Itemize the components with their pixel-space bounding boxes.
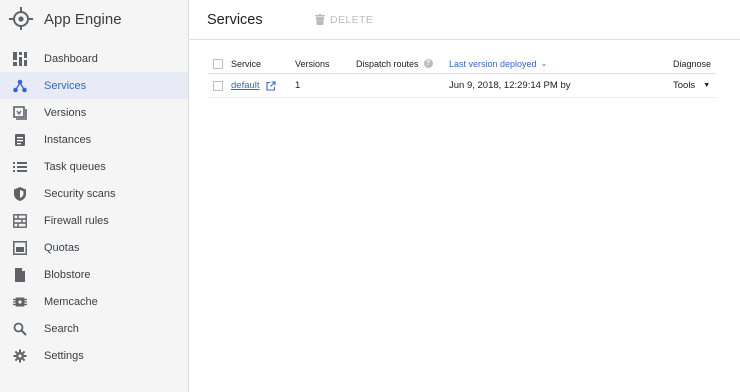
delete-button-label: DELETE — [330, 13, 374, 26]
sidebar-item-blobstore[interactable]: Blobstore — [0, 261, 188, 288]
sidebar-item-label: Instances — [44, 133, 92, 146]
dashboard-icon — [12, 51, 28, 67]
sidebar-item-label: Task queues — [44, 160, 106, 173]
sidebar-item-label: Quotas — [44, 241, 80, 254]
sidebar-item-label: Security scans — [44, 187, 116, 200]
column-versions[interactable]: Versions — [295, 54, 330, 73]
versions-icon — [12, 105, 28, 121]
app-header: App Engine — [0, 0, 188, 38]
sidebar-item-label: Firewall rules — [44, 214, 109, 227]
table-row: default 1 Jun 9, 2018, 12:29:14 PM by To… — [208, 74, 716, 98]
sidebar-item-dashboard[interactable]: Dashboard — [0, 45, 188, 72]
row-checkbox[interactable] — [213, 74, 223, 97]
deployed-cell: Jun 9, 2018, 12:29:14 PM by — [449, 80, 571, 91]
sidebar-item-label: Dashboard — [44, 52, 98, 65]
column-last-version-deployed[interactable]: Last version deployed ⌄ — [449, 54, 547, 73]
chip-icon — [12, 294, 28, 310]
select-all-checkbox[interactable] — [213, 54, 223, 73]
external-link-icon[interactable] — [265, 80, 276, 91]
column-dispatch-routes-label: Dispatch routes — [356, 58, 419, 69]
column-last-version-deployed-label: Last version deployed — [449, 58, 537, 69]
sidebar-item-security-scans[interactable]: Security scans — [0, 180, 188, 207]
help-icon[interactable]: ? — [423, 59, 433, 68]
sidebar: App Engine Dashboard Services Versions I… — [0, 0, 189, 392]
page-title: Services — [207, 11, 263, 28]
sidebar-nav: Dashboard Services Versions Instances Ta… — [0, 45, 188, 369]
shield-icon — [12, 186, 28, 202]
main-content: Services DELETE Service Versions Dispatc… — [190, 0, 740, 392]
column-dispatch-routes: Dispatch routes ? — [356, 54, 433, 73]
service-cell: default — [231, 74, 276, 97]
firewall-icon — [12, 213, 28, 229]
delete-button[interactable]: DELETE — [315, 14, 373, 26]
sidebar-item-label: Settings — [44, 349, 84, 362]
sidebar-item-settings[interactable]: Settings — [0, 342, 188, 369]
sidebar-item-label: Versions — [44, 106, 87, 119]
sidebar-item-quotas[interactable]: Quotas — [0, 234, 188, 261]
tools-dropdown[interactable]: Tools ▼ — [673, 74, 710, 97]
sort-descending-icon: ⌄ — [540, 59, 548, 68]
sidebar-item-label: Memcache — [44, 295, 98, 308]
sidebar-item-instances[interactable]: Instances — [0, 126, 188, 153]
sidebar-item-versions[interactable]: Versions — [0, 99, 188, 126]
services-table: Service Versions Dispatch routes ? Last … — [208, 54, 716, 98]
page-header: Services DELETE — [190, 0, 740, 40]
dropdown-caret-icon: ▼ — [703, 82, 711, 89]
sidebar-item-label: Services — [44, 79, 87, 92]
versions-cell: 1 — [295, 80, 301, 91]
quotas-icon — [12, 240, 28, 256]
tools-label: Tools — [673, 80, 696, 91]
search-icon — [12, 321, 28, 337]
sidebar-item-task-queues[interactable]: Task queues — [0, 153, 188, 180]
column-diagnose: Diagnose — [673, 58, 712, 69]
table-header: Service Versions Dispatch routes ? Last … — [208, 54, 716, 74]
sidebar-item-firewall-rules[interactable]: Firewall rules — [0, 207, 188, 234]
instances-icon — [12, 132, 28, 148]
sidebar-item-memcache[interactable]: Memcache — [0, 288, 188, 315]
services-icon — [12, 78, 28, 94]
sidebar-item-services[interactable]: Services — [0, 72, 188, 99]
sidebar-item-label: Blobstore — [44, 268, 91, 281]
column-service[interactable]: Service — [231, 54, 261, 73]
task-queues-icon — [12, 159, 28, 175]
app-engine-logo-icon — [9, 7, 33, 30]
service-link[interactable]: default — [231, 80, 260, 91]
app-title: App Engine — [44, 10, 122, 28]
gear-icon — [12, 348, 28, 364]
file-icon — [12, 267, 28, 283]
sidebar-item-search[interactable]: Search — [0, 315, 188, 342]
trash-icon — [315, 14, 325, 25]
sidebar-item-label: Search — [44, 322, 79, 335]
